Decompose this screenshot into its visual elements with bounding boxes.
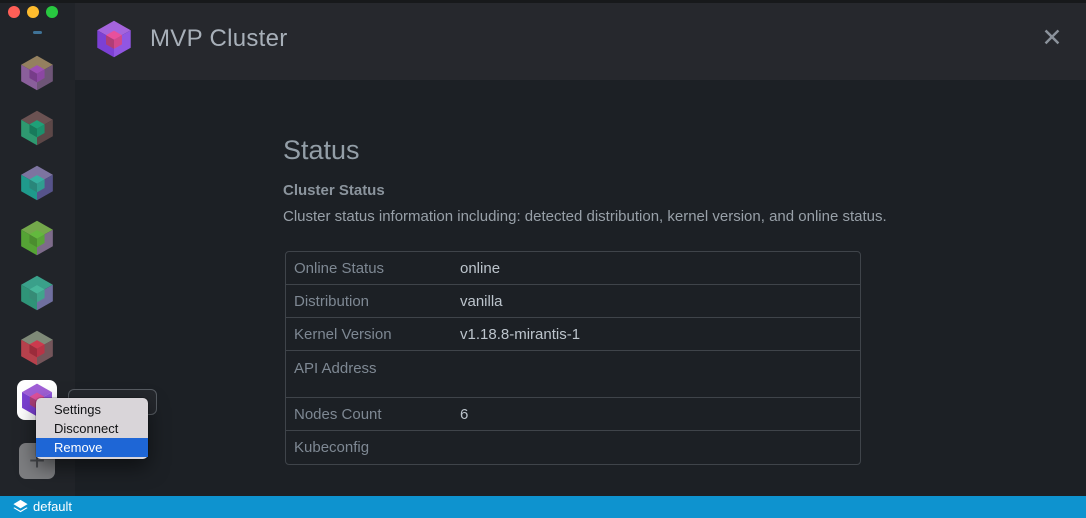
row-label: API Address [286, 360, 460, 377]
table-row: Nodes Count6 [286, 398, 860, 431]
cluster-cube-icon [19, 220, 55, 256]
layers-icon [12, 499, 29, 515]
close-icon[interactable]: ✕ [1036, 21, 1068, 55]
cluster-cube-icon [19, 275, 55, 311]
status-heading: Status [283, 135, 360, 166]
row-value: online [460, 260, 860, 277]
sidebar-item-cluster-3[interactable] [17, 163, 57, 203]
row-label: Kernel Version [286, 326, 460, 343]
row-value: 6 [460, 406, 860, 423]
table-row: Distributionvanilla [286, 285, 860, 318]
table-row: Online Statusonline [286, 252, 860, 285]
page-title: MVP Cluster [150, 25, 288, 53]
macos-zoom-light[interactable] [46, 6, 58, 18]
cluster-cube-icon [19, 165, 55, 201]
sidebar-item-cluster-6[interactable] [17, 328, 57, 368]
table-row: API Address [286, 351, 860, 398]
macos-close-light[interactable] [8, 6, 20, 18]
cluster-status-title: Cluster Status [283, 182, 385, 199]
row-value: vanilla [460, 293, 860, 310]
cluster-cube-icon [95, 20, 133, 58]
row-value: v1.18.8-mirantis-1 [460, 326, 860, 343]
cluster-status-description: Cluster status information including: de… [283, 208, 887, 225]
row-label: Nodes Count [286, 406, 460, 423]
sidebar-item-cluster-1[interactable] [17, 53, 57, 93]
active-indicator [33, 31, 42, 34]
app-window: + MVP Cluster ✕ Status Cluster Status Cl… [0, 0, 1086, 518]
context-menu: SettingsDisconnectRemove [36, 398, 148, 459]
status-table: Online StatusonlineDistributionvanillaKe… [285, 251, 861, 465]
macos-minimize-light[interactable] [27, 6, 39, 18]
table-row: Kubeconfig [286, 431, 860, 464]
window-header: MVP Cluster ✕ [75, 0, 1086, 80]
menu-item-remove[interactable]: Remove [36, 438, 148, 457]
namespace-label[interactable]: default [33, 499, 72, 514]
row-label: Distribution [286, 293, 460, 310]
menu-item-settings[interactable]: Settings [36, 400, 148, 419]
cluster-cube-icon [19, 330, 55, 366]
sidebar-item-cluster-2[interactable] [17, 108, 57, 148]
menu-item-disconnect[interactable]: Disconnect [36, 419, 148, 438]
main-content: Status Cluster Status Cluster status inf… [75, 80, 1086, 496]
row-label: Online Status [286, 260, 460, 277]
sidebar-item-cluster-4[interactable] [17, 218, 57, 258]
cluster-cube-icon [19, 55, 55, 91]
sidebar-item-cluster-5[interactable] [17, 273, 57, 313]
table-row: Kernel Versionv1.18.8-mirantis-1 [286, 318, 860, 351]
cluster-cube-icon [19, 110, 55, 146]
row-label: Kubeconfig [286, 439, 460, 456]
cluster-cube-icon [95, 20, 133, 58]
status-bar: default [0, 496, 1086, 518]
window-top-edge [0, 0, 1086, 3]
